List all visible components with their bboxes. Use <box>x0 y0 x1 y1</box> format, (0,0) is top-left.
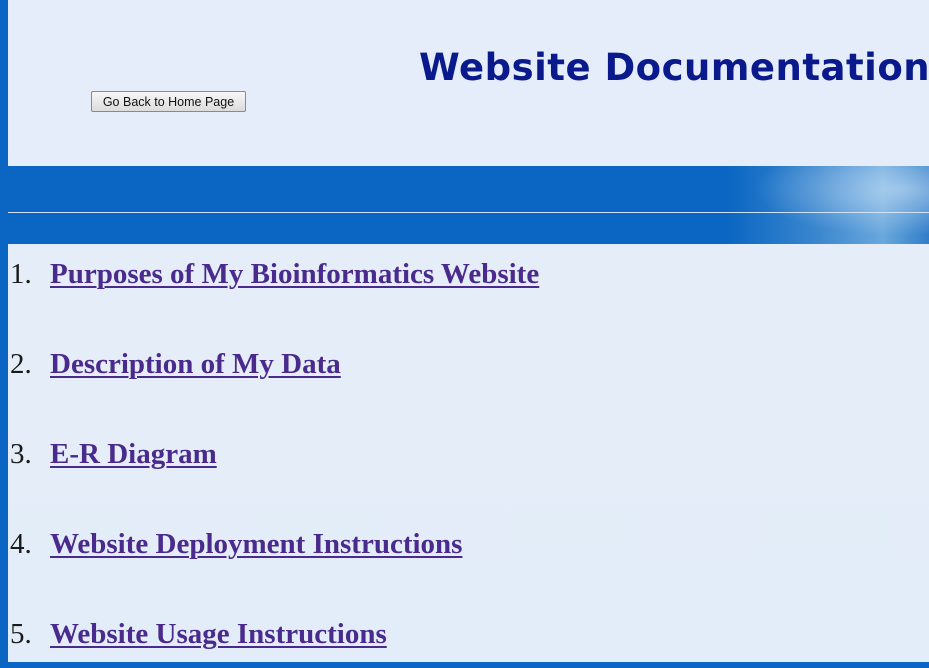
page-header: Go Back to Home Page Website Documentati… <box>8 0 929 166</box>
list-item: 4. Website Deployment Instructions <box>8 524 462 564</box>
list-item: 3. E-R Diagram <box>8 434 217 474</box>
link-purposes[interactable]: Purposes of My Bioinformatics Website <box>50 258 539 291</box>
link-er-diagram[interactable]: E-R Diagram <box>50 438 217 471</box>
link-deployment-instructions[interactable]: Website Deployment Instructions <box>50 528 462 561</box>
header-band <box>8 166 929 244</box>
band-cloud-glow <box>729 166 929 244</box>
horizontal-rule <box>8 212 929 213</box>
page-title: Website Documentation <box>419 46 929 89</box>
list-item: 5. Website Usage Instructions <box>8 614 387 654</box>
list-item-number: 3. <box>10 437 32 470</box>
list-item-number: 1. <box>10 257 32 290</box>
link-data-description[interactable]: Description of My Data <box>50 348 341 381</box>
link-usage-instructions[interactable]: Website Usage Instructions <box>50 618 387 651</box>
list-item-number: 4. <box>10 527 32 560</box>
list-item: 2. Description of My Data <box>8 344 341 384</box>
list-item-number: 2. <box>10 347 32 380</box>
page-content: Go Back to Home Page Website Documentati… <box>8 0 929 662</box>
go-back-home-button[interactable]: Go Back to Home Page <box>91 91 246 112</box>
list-item-number: 5. <box>10 617 32 650</box>
list-item: 1. Purposes of My Bioinformatics Website <box>8 254 539 294</box>
